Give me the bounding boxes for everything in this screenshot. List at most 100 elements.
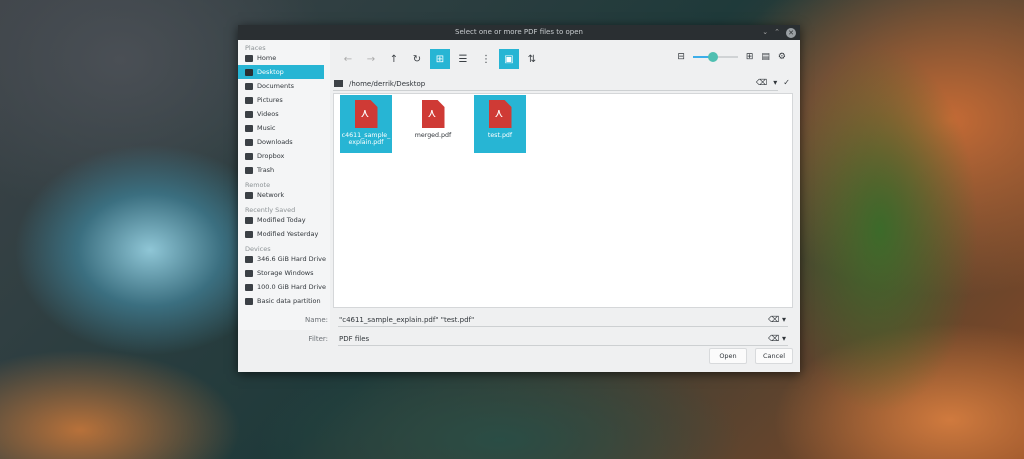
drive-icon (245, 269, 253, 277)
places-sidebar: Places Home Desktop Documents Pictures Videos… (238, 40, 330, 330)
sidebar-item-label: Documents (257, 82, 295, 90)
sidebar-item[interactable]: Videos (238, 107, 330, 121)
file-name: test.pdf (487, 132, 513, 139)
pdf-file-icon (421, 100, 445, 128)
sidebar-item-label: Modified Yesterday (257, 230, 319, 238)
file-name: c4611_sample_ explain.pdf (341, 132, 391, 146)
cancel-button[interactable]: Cancel (755, 348, 793, 364)
icon-view-button[interactable]: ⊞ (430, 49, 450, 69)
sidebar-item-label: Trash (257, 166, 275, 174)
filter-label: Filter: (308, 335, 328, 343)
trash-icon (245, 166, 253, 174)
folder-icon (334, 80, 343, 87)
file-item[interactable]: c4611_sample_ explain.pdf (340, 95, 392, 153)
sidebar-item-label: Modified Today (257, 216, 306, 224)
sidebar-item[interactable]: Music (238, 121, 330, 135)
sidebar-item[interactable]: Downloads (238, 135, 330, 149)
document-icon (245, 82, 253, 90)
new-folder-icon[interactable]: ▤ (761, 52, 770, 62)
sidebar-section-label: Recently Saved (245, 206, 296, 214)
sidebar-item[interactable]: 346.6 GiB Hard Drive (238, 252, 330, 266)
file-item[interactable]: merged.pdf (407, 95, 459, 153)
sidebar-section-label: Places (245, 44, 266, 52)
title-bar: Select one or more PDF files to open ⌄ ⌃ ✕ (238, 25, 800, 40)
name-label: Name: (304, 316, 328, 324)
music-icon (245, 124, 253, 132)
desktop-icon (245, 68, 253, 76)
sidebar-item[interactable]: Dropbox (238, 149, 330, 163)
sidebar-item[interactable]: Basic data partition (238, 294, 330, 308)
filter-value: PDF files (339, 335, 370, 343)
sidebar-item-label: Desktop (257, 68, 284, 76)
sidebar-item-label: Dropbox (257, 152, 285, 160)
sidebar-item[interactable]: Modified Yesterday (238, 227, 330, 241)
sidebar-item[interactable]: Network (238, 188, 330, 202)
back-button[interactable]: ← (338, 49, 358, 69)
pdf-file-icon (488, 100, 512, 128)
sidebar-item-label: Storage Windows (257, 269, 314, 277)
reload-button[interactable]: ↻ (407, 49, 427, 69)
sidebar-section-label: Remote (245, 181, 271, 189)
sidebar-item-label: 346.6 GiB Hard Drive (257, 255, 326, 263)
calendar-icon (245, 230, 253, 238)
home-icon (245, 54, 253, 62)
filter-combo[interactable]: PDF files ⌫ ▾ (338, 332, 788, 346)
minimize-icon[interactable]: ⌄ (762, 25, 768, 40)
file-item[interactable]: test.pdf (474, 95, 526, 153)
confirm-check-icon[interactable]: ✓ (783, 78, 790, 87)
drive-icon (245, 283, 253, 291)
network-icon (245, 191, 253, 199)
pictures-icon (245, 96, 253, 104)
zoom-out-icon[interactable]: ⊟ (677, 52, 685, 62)
location-bar[interactable]: /home/derrik/Desktop (333, 77, 778, 91)
sidebar-item[interactable]: Modified Today (238, 213, 330, 227)
file-name: merged.pdf (414, 132, 452, 139)
clear-icon[interactable]: ⌫ (756, 78, 767, 87)
name-value: "c4611_sample_explain.pdf" "test.pdf" (339, 316, 475, 324)
sidebar-item[interactable]: Storage Windows (238, 266, 330, 280)
sort-button[interactable]: ⇅ (522, 49, 542, 69)
sidebar-item-label: Videos (257, 110, 279, 118)
dropdown-icon[interactable]: ▾ (773, 78, 777, 87)
window-title: Select one or more PDF files to open (455, 28, 583, 36)
sidebar-section-label: Devices (245, 245, 271, 253)
sidebar-item[interactable]: 100.0 GiB Hard Drive (238, 280, 330, 294)
path-text: /home/derrik/Desktop (349, 79, 426, 88)
list-view-button[interactable]: ☰ (453, 49, 473, 69)
parent-folder-button[interactable]: ↑ (384, 49, 404, 69)
pdf-file-icon (354, 100, 378, 128)
sidebar-item[interactable]: Desktop (238, 65, 324, 79)
drive-icon (245, 297, 253, 305)
zoom-in-icon[interactable]: ⊞ (746, 52, 754, 62)
sidebar-item[interactable]: Home (238, 51, 330, 65)
drive-icon (245, 255, 253, 263)
sidebar-item-label: Music (257, 124, 276, 132)
close-icon[interactable]: ✕ (786, 27, 796, 38)
open-button[interactable]: Open (709, 348, 747, 364)
zoom-slider[interactable] (692, 52, 738, 62)
sidebar-item[interactable]: Documents (238, 79, 330, 93)
sidebar-item-label: Home (257, 54, 277, 62)
dropbox-icon (245, 152, 253, 160)
toolbar: ← → ↑ ↻ ⊞ ☰ ⋮ ▣ ⇅ (338, 49, 545, 69)
sidebar-item[interactable]: Pictures (238, 93, 330, 107)
preview-button[interactable]: ▣ (499, 49, 519, 69)
clear-dropdown-icon[interactable]: ⌫ ▾ (768, 332, 786, 346)
sidebar-item-label: Network (257, 191, 285, 199)
sidebar-item-label: Pictures (257, 96, 283, 104)
sidebar-item[interactable]: Trash (238, 163, 330, 177)
sidebar-item-label: Downloads (257, 138, 293, 146)
clear-dropdown-icon[interactable]: ⌫ ▾ (768, 313, 786, 327)
forward-button[interactable]: → (361, 49, 381, 69)
calendar-icon (245, 216, 253, 224)
sidebar-item-label: Basic data partition (257, 297, 321, 305)
name-input[interactable]: "c4611_sample_explain.pdf" "test.pdf" ⌫ ▾ (338, 313, 788, 327)
video-icon (245, 110, 253, 118)
tree-view-button[interactable]: ⋮ (476, 49, 496, 69)
sidebar-item-label: 100.0 GiB Hard Drive (257, 283, 326, 291)
maximize-icon[interactable]: ⌃ (774, 25, 780, 40)
settings-gear-icon[interactable]: ⚙ (778, 52, 786, 62)
file-view: c4611_sample_ explain.pdf merged.pdf test.… (333, 93, 793, 308)
download-icon (245, 138, 253, 146)
file-dialog: Select one or more PDF files to open ⌄ ⌃ ✕… (238, 25, 800, 372)
